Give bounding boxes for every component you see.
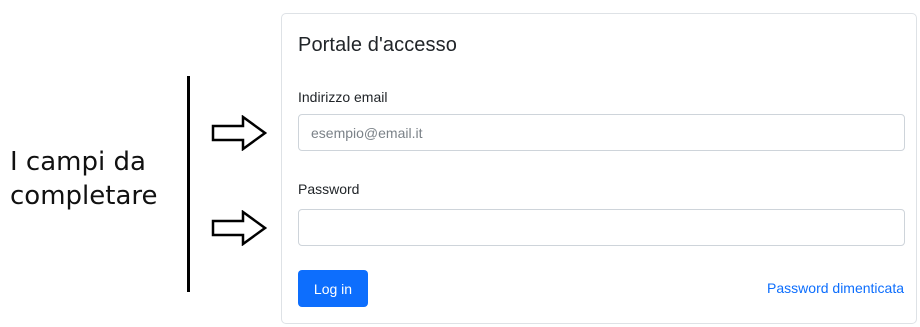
right-arrow-icon <box>211 210 267 246</box>
annotation-line-2: completare <box>10 181 158 211</box>
forgot-password-link[interactable]: Password dimenticata <box>767 280 904 296</box>
login-card: Portale d'accesso Indirizzo email Passwo… <box>281 13 917 324</box>
password-label: Password <box>298 181 360 197</box>
password-field[interactable] <box>298 209 905 246</box>
right-arrow-icon <box>211 115 267 151</box>
login-button[interactable]: Log in <box>298 270 368 307</box>
page-title: Portale d'accesso <box>298 34 457 56</box>
annotation-divider <box>187 76 190 292</box>
email-label: Indirizzo email <box>298 89 388 105</box>
annotation-label: I campi da completare <box>10 145 180 213</box>
annotation-line-1: I campi da <box>10 147 146 177</box>
email-field[interactable] <box>298 114 905 151</box>
